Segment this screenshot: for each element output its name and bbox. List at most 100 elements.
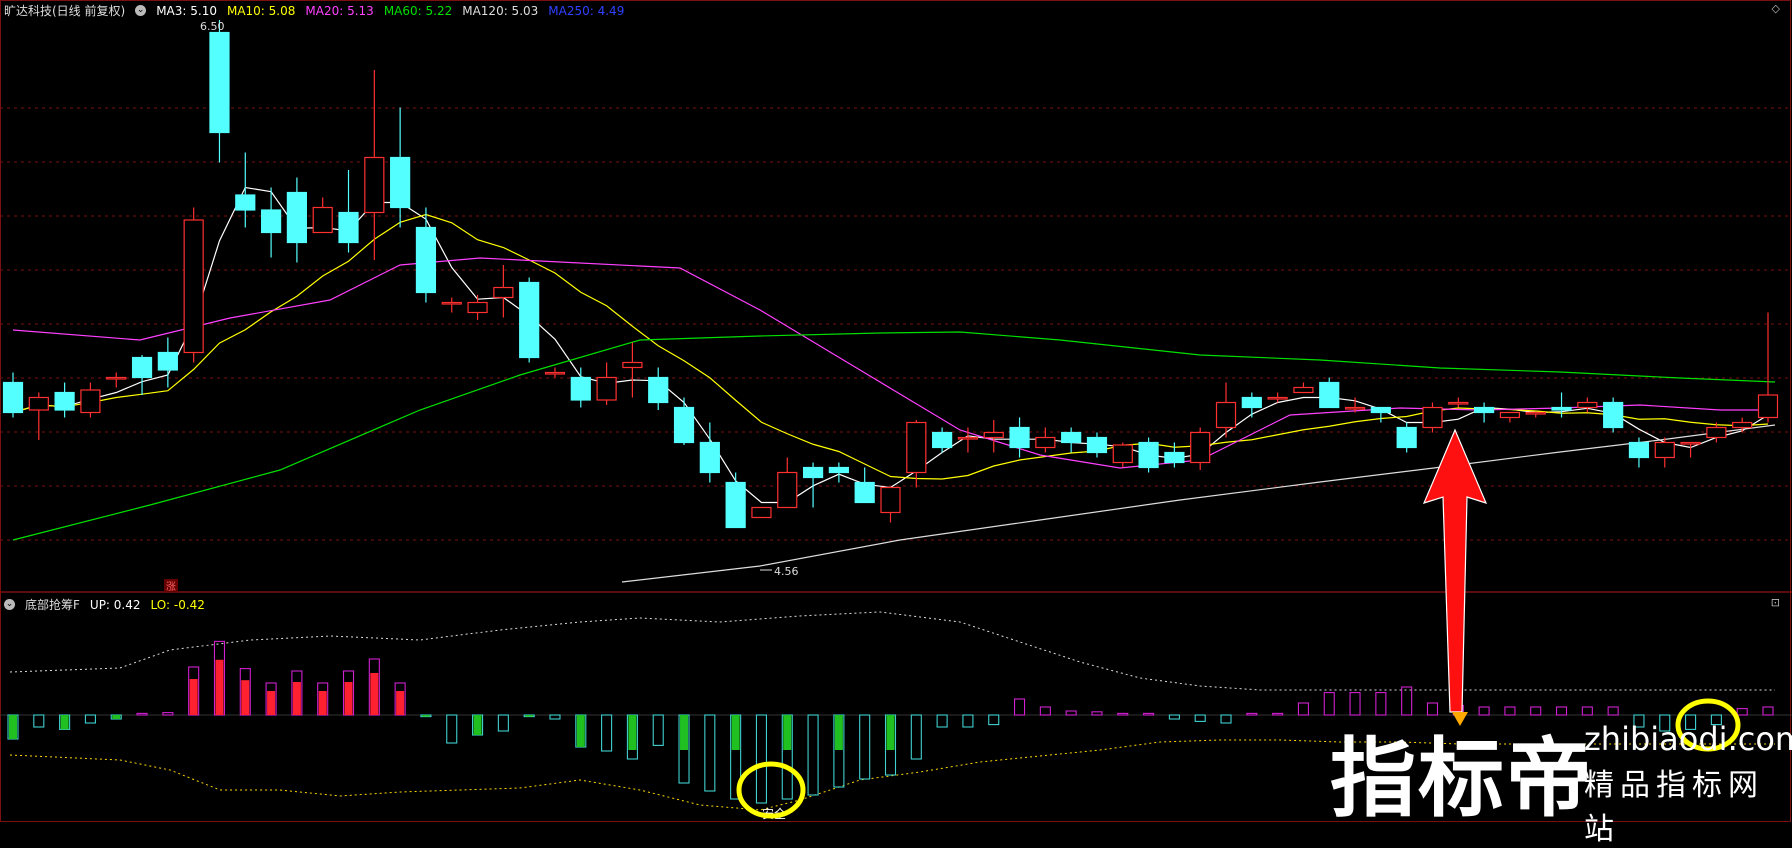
candle-body — [1215, 401, 1237, 429]
outflow-bar — [9, 715, 17, 739]
indicator-bar — [936, 714, 948, 728]
indicator-bar — [1039, 706, 1051, 716]
indicator-bar — [807, 714, 819, 796]
outflow-bar — [680, 715, 689, 750]
ma-legend-item: MA120: 5.03 — [462, 3, 539, 18]
indicator-bar — [859, 714, 871, 780]
outflow-bar — [112, 715, 121, 719]
candle-body — [570, 376, 591, 401]
collapse-icon[interactable]: ⊡ — [1771, 596, 1780, 609]
candle-body — [802, 466, 824, 479]
candle-body — [932, 431, 953, 449]
ma-legend-item: MA250: 4.49 — [548, 3, 625, 18]
indicator-bar — [755, 714, 768, 804]
settings-icon[interactable]: ⌄ — [135, 5, 147, 16]
indicator-bar — [988, 714, 1000, 726]
indicator-bar — [1762, 706, 1774, 716]
candle-body — [467, 301, 488, 314]
candle-body — [312, 206, 333, 234]
outflow-bar — [576, 715, 585, 747]
indicator-up-value: UP: 0.42 — [89, 597, 141, 612]
indicator-bar — [1246, 712, 1258, 716]
candlestick-chart[interactable]: 6.504.56涨安全 — [0, 0, 1792, 823]
ma20-line — [12, 257, 1775, 469]
main-chart-header: 旷达科技(日线 前复权) ⌄ MA3: 5.10 MA10: 5.08 MA20: … — [4, 2, 624, 19]
candle-body — [157, 351, 178, 371]
outflow-bar — [60, 715, 69, 730]
upper-band — [9, 611, 1775, 691]
watermark-logo: 指标帝 — [1330, 729, 1594, 829]
candle-body — [1577, 401, 1598, 409]
candle-body — [519, 281, 540, 359]
candle-body — [622, 361, 643, 369]
outflow-bar — [473, 715, 482, 735]
candle-body — [880, 486, 901, 514]
candle-body — [106, 376, 127, 380]
watermark-url: zhibiaodi.com — [1584, 720, 1792, 758]
indicator-bar — [1272, 712, 1284, 716]
indicator-bar — [1065, 710, 1077, 716]
zhang-tag: 涨 — [166, 581, 176, 593]
candle-body — [441, 301, 462, 305]
outflow-bar — [421, 715, 430, 717]
indicator-bar — [162, 712, 174, 716]
inflow-bar — [292, 682, 301, 715]
candle-body — [1164, 451, 1185, 464]
outflow-bar — [525, 715, 534, 717]
indicator-bar — [652, 714, 664, 746]
indicator-bar — [1117, 712, 1129, 716]
outflow-bar — [628, 715, 637, 750]
indicator-bar — [1607, 706, 1619, 716]
candle-body — [957, 436, 979, 440]
indicator-settings-icon[interactable]: ⌄ — [4, 599, 15, 610]
candle-body — [28, 396, 49, 411]
candle-body — [390, 156, 411, 209]
ma-legend: MA3: 5.10 MA10: 5.08 MA20: 5.13 MA60: 5.22 M… — [156, 4, 624, 18]
low-price-label: 4.56 — [774, 565, 799, 578]
outflow-bar — [834, 715, 843, 750]
inflow-bar — [396, 691, 405, 715]
inflow-bar — [370, 673, 379, 715]
candle-body — [183, 219, 204, 354]
ma-legend-item: MA60: 5.22 — [383, 3, 453, 18]
indicator-bar — [1194, 714, 1206, 722]
indicator-bar — [1736, 708, 1748, 716]
indicator-bar — [1297, 702, 1309, 716]
inflow-bar — [267, 691, 276, 715]
indicator-bar — [136, 712, 148, 716]
indicator-bar — [1091, 711, 1103, 716]
candle-body — [209, 31, 230, 134]
ma-legend-item: MA10: 5.08 — [226, 3, 296, 18]
candle-body — [596, 376, 617, 401]
candle-body — [286, 191, 307, 244]
indicator-bar — [549, 714, 561, 720]
outflow-bar — [783, 715, 792, 750]
candle-body — [131, 356, 153, 379]
indicator-bar — [1013, 698, 1026, 716]
stock-chart-window: 6.50 4.56 涨安全 旷达科技(日线 前复权) ⌄ MA3: 5.10 MA10… — [0, 0, 1792, 847]
ma-legend-item: MA20: 5.13 — [305, 3, 374, 18]
indicator-bar — [910, 714, 922, 760]
candle-body — [1706, 426, 1727, 439]
candle-body — [751, 506, 772, 519]
indicator-bar — [446, 714, 458, 744]
candle-body — [1138, 441, 1159, 469]
candle-body — [1422, 406, 1443, 429]
candle-body — [1551, 406, 1572, 411]
candle-body — [1448, 401, 1469, 405]
candle-body — [673, 406, 695, 444]
candle-body — [1319, 381, 1340, 409]
candle-body — [415, 226, 437, 294]
indicator-bar — [1168, 714, 1180, 720]
candle-body — [1009, 426, 1030, 449]
candle-body — [854, 481, 875, 504]
candle-body — [1112, 444, 1133, 464]
high-price-label: 6.50 — [200, 20, 225, 33]
indicator-bar — [1220, 714, 1232, 724]
candle-body — [1293, 386, 1314, 394]
restore-icon[interactable]: ◇ — [1772, 2, 1780, 15]
candle-body — [1603, 401, 1624, 429]
candle-body — [777, 471, 798, 509]
indicator-bar — [1143, 712, 1155, 716]
stock-title: 旷达科技(日线 前复权) — [4, 4, 126, 18]
